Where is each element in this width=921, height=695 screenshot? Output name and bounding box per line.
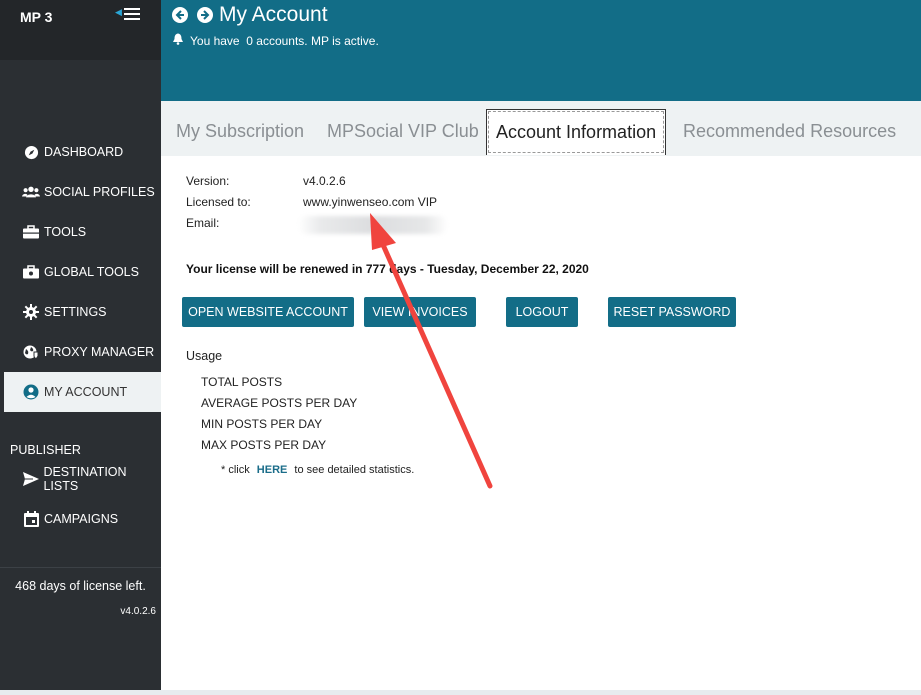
sidebar-item-label: CAMPAIGNS <box>44 512 119 526</box>
sidebar-item-proxy-manager[interactable]: PROXY MANAGER <box>0 332 161 372</box>
usage-title: Usage <box>186 349 223 363</box>
account-information-panel: Version: v4.0.2.6 Licensed to: www.yinwe… <box>161 156 921 690</box>
licensed-to-value: www.yinwenseo.com VIP <box>303 195 438 209</box>
gear-icon <box>22 303 40 321</box>
view-invoices-button[interactable]: VIEW INVOICES <box>364 297 476 327</box>
bottom-strip <box>0 690 921 695</box>
usage-item: MAX POSTS PER DAY <box>201 438 327 452</box>
email-label: Email: <box>186 216 220 230</box>
paper-plane-icon <box>22 470 39 488</box>
stats-note-prefix: * click <box>221 464 250 476</box>
tab-bar: My Subscription MPSocial VIP Club Accoun… <box>161 101 921 156</box>
calendar-icon <box>22 510 40 528</box>
briefcase-icon <box>22 223 40 241</box>
sidebar-item-my-account[interactable]: MY ACCOUNT <box>4 372 165 412</box>
tab-my-subscription[interactable]: My Subscription <box>176 121 304 142</box>
header-notice: You have 0 accounts. MP is active. <box>172 33 379 48</box>
stats-here-link[interactable]: HERE <box>257 464 288 476</box>
brand-bar: MP 3 ◀ <box>0 0 161 60</box>
email-value-redacted <box>298 216 448 234</box>
compass-icon <box>22 143 40 161</box>
sidebar: MP 3 ◀ DASHBOARD SOCIAL PROFILES TOOLS G… <box>0 0 165 690</box>
stats-note: * click HERE to see detailed statistics. <box>221 464 414 476</box>
sidebar-version: v4.0.2.6 <box>120 606 156 617</box>
page-header: My Account You have 0 accounts. MP is ac… <box>161 0 921 101</box>
licensed-to-label: Licensed to: <box>186 195 251 209</box>
sidebar-item-label: GLOBAL TOOLS <box>44 265 139 279</box>
bell-icon <box>172 33 184 48</box>
sidebar-item-label: MY ACCOUNT <box>44 385 128 399</box>
usage-item: TOTAL POSTS <box>201 375 283 389</box>
version-label: Version: <box>186 174 230 188</box>
publisher-section-label: PUBLISHER <box>10 443 81 457</box>
sidebar-item-destination-lists[interactable]: DESTINATION LISTS <box>0 459 161 499</box>
sidebar-item-label: SETTINGS <box>44 305 107 319</box>
usage-item: MIN POSTS PER DAY <box>201 417 323 431</box>
sidebar-item-label: DESTINATION LISTS <box>43 465 127 493</box>
forward-button[interactable] <box>197 7 213 23</box>
page-title: My Account <box>219 3 328 26</box>
globe-shield-icon <box>22 343 40 361</box>
sidebar-item-campaigns[interactable]: CAMPAIGNS <box>0 499 161 539</box>
sidebar-item-dashboard[interactable]: DASHBOARD <box>0 132 161 172</box>
hamburger-menu-icon[interactable] <box>124 8 140 20</box>
sidebar-item-label: SOCIAL PROFILES <box>44 185 155 199</box>
license-days-left: 468 days of license left. <box>15 579 146 593</box>
sidebar-item-label: PROXY MANAGER <box>44 345 155 359</box>
globe-icon <box>22 263 40 281</box>
users-icon <box>22 183 40 201</box>
collapse-arrow-icon[interactable]: ◀ <box>115 7 122 18</box>
sidebar-divider <box>0 567 161 568</box>
sidebar-item-tools[interactable]: TOOLS <box>0 212 161 252</box>
tab-account-information[interactable]: Account Information <box>486 109 667 155</box>
tab-mpsocial-vip-club[interactable]: MPSocial VIP Club <box>327 121 479 142</box>
reset-password-button[interactable]: RESET PASSWORD <box>608 297 736 327</box>
sidebar-item-social-profiles[interactable]: SOCIAL PROFILES <box>0 172 161 212</box>
sidebar-item-settings[interactable]: SETTINGS <box>0 292 161 332</box>
usage-item: AVERAGE POSTS PER DAY <box>201 396 358 410</box>
open-website-account-button[interactable]: OPEN WEBSITE ACCOUNT <box>182 297 354 327</box>
user-circle-icon <box>22 383 40 401</box>
sidebar-item-label: DASHBOARD <box>44 145 124 159</box>
logout-button[interactable]: LOGOUT <box>506 297 578 327</box>
notice-text: You have 0 accounts. MP is active. <box>190 33 379 48</box>
back-button[interactable] <box>172 7 188 23</box>
arrow-right-icon <box>201 10 210 20</box>
brand-logo: MP 3 <box>20 9 53 25</box>
sidebar-item-label: TOOLS <box>44 225 87 239</box>
arrow-left-icon <box>175 10 184 20</box>
license-renewal-text: Your license will be renewed in 777 days… <box>186 262 589 276</box>
stats-note-suffix: to see detailed statistics. <box>294 464 415 476</box>
tab-recommended-resources[interactable]: Recommended Resources <box>683 121 896 142</box>
sidebar-item-global-tools[interactable]: GLOBAL TOOLS <box>0 252 161 292</box>
version-value: v4.0.2.6 <box>303 174 346 188</box>
